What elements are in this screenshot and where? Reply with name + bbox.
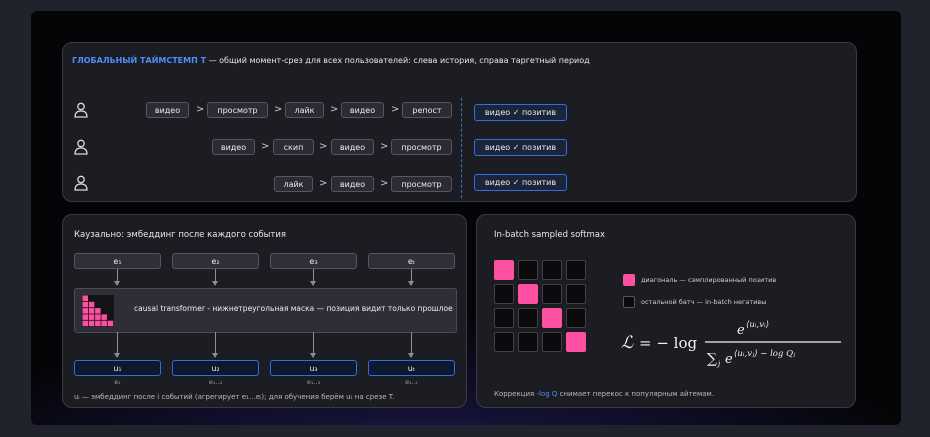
target-chip: видео ✓ позитив [474,139,567,156]
softmax-footnote: Коррекция -log Q снимает перекос к попул… [494,390,714,398]
grid-cell [566,284,586,304]
event-chip: видео [341,102,384,118]
connector-line [411,332,412,353]
grid-cell [542,332,562,352]
event-chip: репост [402,102,452,118]
footnote-post: снимает перекос к популярным айтемам. [557,390,715,398]
event-chip: лайк [274,176,313,192]
event-embedding-box: e₃ [270,253,357,269]
loss-formula: ℒ = − log e ⟨uᵢ,vᵢ⟩ ∑ j e ⟨uᵢ,vⱼ⟩ − log … [621,320,841,368]
aggregation-sub: e₁..ₜ [405,378,418,386]
grid-cell [518,332,538,352]
arrow-down-icon [212,353,218,358]
grid-cell [518,308,538,328]
event-chip: скип [273,139,314,155]
svg-text:e: e [725,352,733,367]
timestamp-panel-title: ГЛОБАЛЬНЫЙ ТАЙМСТЕМП T — общий момент-ср… [72,56,590,65]
grid-cell [542,260,562,280]
arrow-right-icon: > [274,104,283,115]
arrow-down-icon [212,281,218,286]
softmax-panel: In-batch sampled softmax диагональ — сэм… [476,214,856,408]
event-chip: просмотр [391,176,452,192]
timestamp-panel: ГЛОБАЛЬНЫЙ ТАЙМСТЕМП T — общий момент-ср… [62,42,857,202]
user-icon [74,102,88,118]
arrow-down-icon [114,281,120,286]
event-chip: видео [146,102,189,118]
target-chip: видео ✓ позитив [474,174,567,191]
event-chip: просмотр [391,139,452,155]
user-embedding-box: uₜ [368,360,455,376]
user-icon [74,175,88,191]
user-embedding-box: u₃ [270,360,357,376]
arrow-down-icon [408,353,414,358]
footnote-pre: Коррекция [494,390,537,398]
svg-text:⟨uᵢ,vᵢ⟩: ⟨uᵢ,vᵢ⟩ [746,320,769,330]
legend-swatch-positive [623,274,635,286]
grid-cell [566,260,586,280]
causal-title: Каузально: эмбеддинг после каждого событ… [74,230,286,240]
legend-swatch-negative [623,296,635,308]
grid-cell-positive [566,332,586,352]
arrow-right-icon: > [330,104,339,115]
arrow-down-icon [408,281,414,286]
svg-text:⟨uᵢ,vⱼ⟩ − log Qⱼ: ⟨uᵢ,vⱼ⟩ − log Qⱼ [734,349,796,359]
event-chip: видео [331,176,374,192]
causal-panel: Каузально: эмбеддинг после каждого событ… [62,214,467,408]
causal-footnote: uᵢ — эмбеддинг после i событий (агрегиру… [74,393,395,401]
event-chip: видео [212,139,255,155]
arrow-right-icon: > [261,141,270,152]
footnote-logq: -log Q [536,390,558,398]
grid-cell-positive [494,260,514,280]
connector-line [215,332,216,353]
arrow-right-icon: > [380,178,389,189]
connector-line [117,332,118,353]
aggregation-sub: e₁..₂ [208,378,223,386]
user-embedding-box: u₂ [172,360,259,376]
svg-text:= − log: = − log [639,334,698,352]
aggregation-sub: e₁..₃ [306,378,321,386]
grid-cell [518,260,538,280]
causal-transformer-box: causal transformer - нижнетреугольная ма… [74,288,457,333]
title-rest: — общий момент-срез для всех пользовател… [206,56,590,65]
slide-canvas: ГЛОБАЛЬНЫЙ ТАЙМСТЕМП T — общий момент-ср… [31,11,901,425]
svg-text:ℒ: ℒ [621,333,634,353]
transformer-label: causal transformer - нижнетреугольная ма… [134,304,453,313]
grid-cell [542,284,562,304]
arrow-down-icon [310,353,316,358]
arrow-right-icon: > [391,104,400,115]
title-accent: ГЛОБАЛЬНЫЙ ТАЙМСТЕМП T [72,56,207,65]
grid-cell [566,308,586,328]
user-embedding-box: u₁ [74,360,161,376]
svg-text:∑: ∑ [707,351,717,367]
grid-cell [494,332,514,352]
softmax-title: In-batch sampled softmax [494,230,605,240]
connector-line [313,332,314,353]
causal-mask-icon [82,295,114,327]
grid-cell [494,308,514,328]
user-icon [74,139,88,155]
arrow-right-icon: > [380,141,389,152]
arrow-right-icon: > [196,104,205,115]
grid-cell-positive [542,308,562,328]
svg-text:e: e [737,323,745,338]
arrow-right-icon: > [319,178,328,189]
grid-cell-positive [518,284,538,304]
event-embedding-box: eₜ [368,253,455,269]
event-embedding-box: e₂ [172,253,259,269]
target-chip: видео ✓ позитив [474,104,567,121]
legend-negative-label: остальной батч — in-batch негативы [641,298,767,306]
event-chip: просмотр [207,102,268,118]
arrow-right-icon: > [319,141,328,152]
event-chip: видео [331,139,374,155]
arrow-down-icon [114,353,120,358]
grid-cell [494,284,514,304]
timestamp-divider [461,98,462,198]
event-embedding-box: e₁ [74,253,161,269]
aggregation-sub: e₁ [114,378,121,386]
legend-positive-label: диагональ — сэмплированный позитив [641,276,777,284]
event-chip: лайк [285,102,324,118]
arrow-down-icon [310,281,316,286]
